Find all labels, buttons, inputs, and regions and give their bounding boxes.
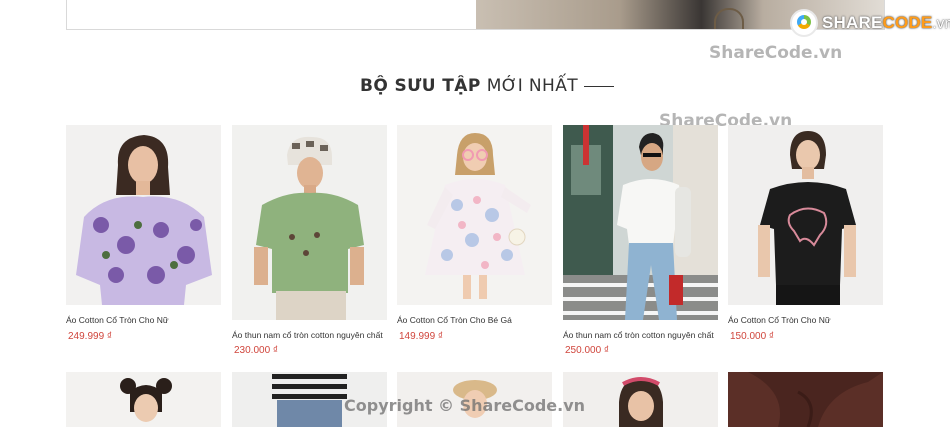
- section-title-light: MỚI NHẤT: [486, 76, 579, 96]
- product-image[interactable]: [397, 125, 552, 305]
- logo-icon: [790, 9, 818, 37]
- product-name[interactable]: Áo Cotton Cổ Tròn Cho Nữ: [728, 315, 831, 325]
- watermark-copyright: Copyright © ShareCode.vn: [344, 396, 586, 415]
- hero-banner: [66, 0, 885, 30]
- logo-text-accent: CODE: [882, 13, 933, 32]
- product-price: 250.000 ₫: [565, 345, 610, 356]
- product-name[interactable]: Áo Cotton Cổ Tròn Cho Bé Gá: [397, 315, 512, 325]
- product-image[interactable]: [728, 125, 883, 305]
- sharecode-logo[interactable]: SHARECODE.vn: [790, 8, 950, 38]
- logo-text-main: SHARE: [822, 13, 883, 32]
- product-name[interactable]: Áo Cotton Cổ Tròn Cho Nữ: [66, 315, 169, 325]
- product-price: 249.999 ₫: [68, 331, 113, 342]
- section-title: BỘ SƯU TẬP MỚI NHẤT: [360, 76, 615, 96]
- product-name[interactable]: Áo thun nam cổ tròn cotton nguyên chất: [232, 330, 383, 340]
- product-image[interactable]: [728, 372, 883, 427]
- product-price: 230.000 ₫: [234, 345, 279, 356]
- product-image[interactable]: [232, 125, 387, 320]
- product-image[interactable]: [563, 372, 718, 427]
- product-image[interactable]: [66, 372, 221, 427]
- product-image[interactable]: [66, 125, 221, 305]
- section-title-strong: BỘ SƯU TẬP: [360, 76, 481, 96]
- product-image[interactable]: [563, 125, 718, 320]
- title-divider: [584, 85, 615, 87]
- logo-text-domain: .vn: [932, 15, 950, 32]
- watermark: ShareCode.vn: [709, 43, 843, 63]
- handbag-graphic: [714, 8, 744, 29]
- product-name[interactable]: Áo thun nam cổ tròn cotton nguyên chất: [563, 330, 714, 340]
- product-price: 150.000 ₫: [730, 331, 775, 342]
- product-price: 149.999 ₫: [399, 331, 444, 342]
